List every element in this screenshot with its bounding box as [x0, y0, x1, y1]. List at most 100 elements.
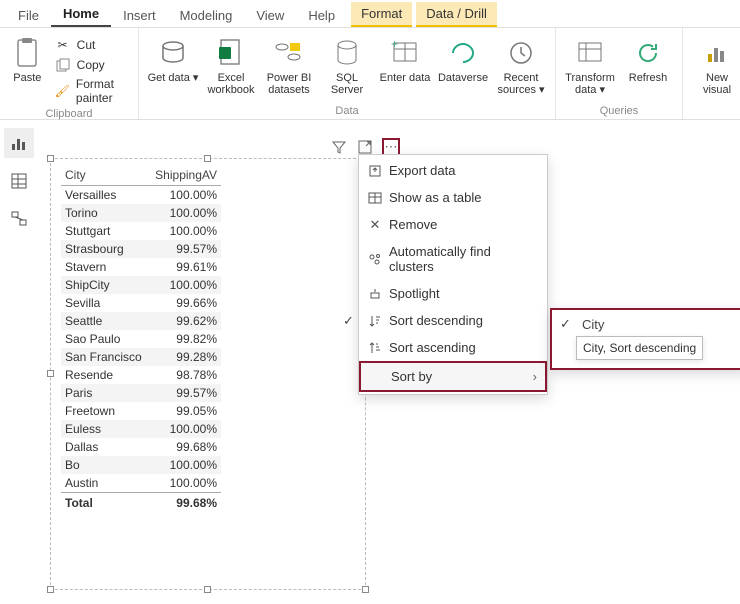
view-switcher — [4, 128, 38, 242]
tab-view[interactable]: View — [244, 4, 296, 27]
database-icon — [156, 36, 190, 70]
cell-value: 99.68% — [149, 438, 221, 456]
data-table: City ShippingAV Versailles100.00%Torino1… — [61, 165, 221, 512]
ribbon: Paste ✂Cut Copy 🖌Format painter Clipboar… — [0, 28, 740, 120]
excel-icon — [214, 36, 248, 70]
cell-value: 99.28% — [149, 348, 221, 366]
resize-handle[interactable] — [47, 586, 54, 593]
format-painter-button[interactable]: 🖌Format painter — [53, 76, 130, 106]
total-label: Total — [61, 493, 149, 513]
table-row[interactable]: Euless100.00% — [61, 420, 221, 438]
table-row[interactable]: Resende98.78% — [61, 366, 221, 384]
group-queries: Transform data ▾ Refresh Queries — [556, 28, 683, 119]
resize-handle[interactable] — [204, 155, 211, 162]
table-row[interactable]: Strasbourg99.57% — [61, 240, 221, 258]
cell-value: 100.00% — [149, 186, 221, 205]
resize-handle[interactable] — [362, 586, 369, 593]
table-row[interactable]: Torino100.00% — [61, 204, 221, 222]
cell-city: San Francisco — [61, 348, 149, 366]
cell-value: 99.05% — [149, 402, 221, 420]
data-view-button[interactable] — [4, 166, 34, 196]
cell-city: Versailles — [61, 186, 149, 205]
new-visual-button[interactable]: New visual — [691, 32, 740, 96]
table-row[interactable]: Bo100.00% — [61, 456, 221, 474]
tab-modeling[interactable]: Modeling — [168, 4, 245, 27]
enter-data-button[interactable]: +Enter data — [379, 32, 431, 84]
sort-by-submenu: ✓City City, Sort descending — [550, 308, 740, 370]
table-row[interactable]: San Francisco99.28% — [61, 348, 221, 366]
cut-button[interactable]: ✂Cut — [53, 36, 130, 54]
cell-city: Stuttgart — [61, 222, 149, 240]
table-row[interactable]: Seattle99.62% — [61, 312, 221, 330]
table-visual[interactable]: City ShippingAV Versailles100.00%Torino1… — [50, 158, 366, 590]
table-row[interactable]: Stavern99.61% — [61, 258, 221, 276]
menu-export-data[interactable]: Export data — [359, 157, 547, 184]
pbi-icon — [272, 36, 306, 70]
tab-data-drill[interactable]: Data / Drill — [416, 2, 497, 27]
tab-help[interactable]: Help — [296, 4, 347, 27]
copy-icon — [55, 57, 71, 73]
cell-value: 100.00% — [149, 456, 221, 474]
excel-button[interactable]: Excel workbook — [205, 32, 257, 96]
table-row[interactable]: Sevilla99.66% — [61, 294, 221, 312]
remove-icon: ✕ — [367, 217, 383, 233]
cell-value: 100.00% — [149, 474, 221, 493]
table-row[interactable]: Paris99.57% — [61, 384, 221, 402]
col-shippingav[interactable]: ShippingAV — [149, 165, 221, 186]
cell-value: 99.57% — [149, 384, 221, 402]
pbi-datasets-button[interactable]: Power BI datasets — [263, 32, 315, 96]
table-row[interactable]: Stuttgart100.00% — [61, 222, 221, 240]
table-row[interactable]: Versailles100.00% — [61, 186, 221, 205]
submenu-item-city[interactable]: ✓City — [560, 316, 740, 332]
paste-button[interactable]: Paste — [8, 32, 47, 84]
dataverse-button[interactable]: Dataverse — [437, 32, 489, 84]
menu-find-clusters[interactable]: Automatically find clusters — [359, 238, 547, 280]
cell-city: Torino — [61, 204, 149, 222]
resize-handle[interactable] — [47, 155, 54, 162]
table-row[interactable]: ShipCity100.00% — [61, 276, 221, 294]
menu-sort-by[interactable]: Sort by — [359, 361, 547, 392]
group-insert: New visual AText box vi Insert — [683, 28, 740, 119]
menu-show-as-table[interactable]: Show as a table — [359, 184, 547, 211]
tab-file[interactable]: File — [6, 4, 51, 27]
table-row[interactable]: Freetown99.05% — [61, 402, 221, 420]
cell-city: Paris — [61, 384, 149, 402]
cell-value: 99.62% — [149, 312, 221, 330]
refresh-icon — [631, 36, 665, 70]
get-data-button[interactable]: Get data ▾ — [147, 32, 199, 84]
report-view-button[interactable] — [4, 128, 34, 158]
table-row[interactable]: Sao Paulo99.82% — [61, 330, 221, 348]
tab-insert[interactable]: Insert — [111, 4, 168, 27]
model-view-button[interactable] — [4, 204, 34, 234]
dataverse-icon — [446, 36, 480, 70]
sort-desc-icon — [367, 313, 383, 329]
col-city[interactable]: City — [61, 165, 149, 186]
report-canvas: ⋯ City ShippingAV Versailles100.00%Torin… — [50, 132, 734, 598]
recent-sources-button[interactable]: Recent sources ▾ — [495, 32, 547, 96]
table-row[interactable]: Austin100.00% — [61, 474, 221, 493]
cell-city: Resende — [61, 366, 149, 384]
cell-value: 99.57% — [149, 240, 221, 258]
resize-handle[interactable] — [47, 370, 54, 377]
transform-data-button[interactable]: Transform data ▾ — [564, 32, 616, 96]
scissors-icon: ✂ — [55, 37, 71, 53]
resize-handle[interactable] — [204, 586, 211, 593]
copy-button[interactable]: Copy — [53, 56, 130, 74]
cell-city: Dallas — [61, 438, 149, 456]
menu-sort-desc[interactable]: ✓Sort descending — [359, 307, 547, 334]
sql-button[interactable]: SQL Server — [321, 32, 373, 96]
paintbrush-icon: 🖌 — [55, 83, 70, 99]
sql-icon — [330, 36, 364, 70]
recent-icon — [504, 36, 538, 70]
table-row[interactable]: Dallas99.68% — [61, 438, 221, 456]
cell-city: Austin — [61, 474, 149, 493]
clipboard-icon — [10, 36, 44, 70]
tab-format[interactable]: Format — [351, 2, 412, 27]
filter-icon[interactable] — [330, 138, 348, 156]
menu-remove[interactable]: ✕Remove — [359, 211, 547, 238]
tab-home[interactable]: Home — [51, 2, 111, 27]
cell-city: Freetown — [61, 402, 149, 420]
menu-sort-asc[interactable]: Sort ascending — [359, 334, 547, 361]
menu-spotlight[interactable]: Spotlight — [359, 280, 547, 307]
refresh-button[interactable]: Refresh — [622, 32, 674, 84]
